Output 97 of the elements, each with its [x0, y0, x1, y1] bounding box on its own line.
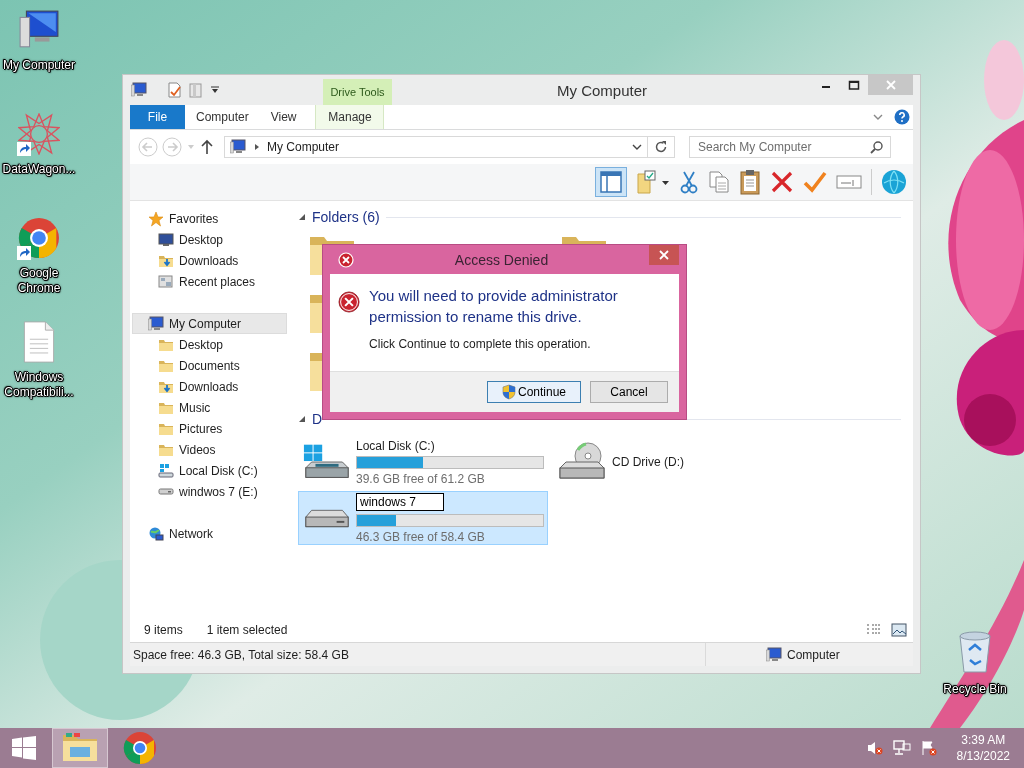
- collapse-triangle-icon[interactable]: [298, 415, 306, 423]
- preview-pane-icon[interactable]: [595, 167, 627, 197]
- status-text: Space free: 46.3 GB, Total size: 58.4 GB: [132, 647, 350, 662]
- group-header[interactable]: Folders (6): [312, 209, 380, 225]
- scissors-icon[interactable]: [679, 170, 699, 194]
- nav-item[interactable]: My Computer: [132, 313, 287, 334]
- drive-icon: [158, 488, 174, 495]
- nav-item[interactable]: Pictures: [130, 418, 290, 439]
- icon-label: Google Chrome: [16, 266, 62, 296]
- nav-item[interactable]: Videos: [130, 439, 290, 460]
- cd-drive-icon: [556, 442, 608, 482]
- ribbon-tab[interactable]: Computer: [185, 105, 260, 129]
- icon-label: My Computer: [2, 58, 76, 73]
- browser-icon[interactable]: [18, 217, 60, 259]
- dropdown-icon[interactable]: [210, 85, 220, 95]
- details-view-icon[interactable]: [866, 623, 882, 637]
- cancel-button[interactable]: Cancel: [590, 381, 668, 403]
- icon-label: DataWagon...: [1, 162, 77, 177]
- drive-icon: [302, 508, 352, 528]
- ribbon-tab[interactable]: View: [259, 105, 308, 129]
- network-icon[interactable]: [892, 740, 911, 756]
- dialog-detail: Click Continue to complete this operation.: [369, 337, 592, 351]
- drive-tile[interactable]: CD Drive (D:): [552, 435, 802, 489]
- drive-name: CD Drive (D:): [612, 455, 684, 469]
- expand-ribbon-icon[interactable]: [872, 112, 884, 122]
- up-arrow-icon[interactable]: [200, 139, 214, 155]
- nav-item[interactable]: Desktop: [130, 229, 290, 250]
- nav-item[interactable]: windwos 7 (E:): [130, 481, 290, 502]
- close-icon: [885, 80, 896, 90]
- nav-item[interactable]: Local Disk (C:): [130, 460, 290, 481]
- large-icons-view-icon[interactable]: [891, 623, 907, 637]
- collapse-triangle-icon[interactable]: [298, 213, 306, 221]
- nav-item[interactable]: Desktop: [130, 334, 290, 355]
- search-icon[interactable]: [870, 140, 884, 154]
- dropdown-icon[interactable]: [631, 142, 643, 152]
- drive-tile[interactable]: Local Disk (C:) 39.6 GB free of 61.2 GB: [298, 435, 548, 489]
- close-button[interactable]: [649, 245, 679, 265]
- paste-icon[interactable]: [739, 169, 761, 195]
- continue-button[interactable]: Continue: [487, 381, 581, 403]
- globe-icon[interactable]: [881, 169, 907, 195]
- clock-time: 3:39 AM: [961, 732, 1006, 748]
- delete-icon[interactable]: [770, 170, 794, 194]
- icon-label: Windows Compatibili...: [3, 370, 75, 400]
- free-space-text: 39.6 GB free of 61.2 GB: [356, 471, 486, 486]
- star-icon: [148, 210, 164, 227]
- clock[interactable]: 3:39 AM 8/13/2022: [956, 732, 1024, 764]
- dialog-title: Access Denied: [453, 251, 550, 268]
- address-bar[interactable]: My Computer: [224, 136, 648, 158]
- computer-icon: [765, 646, 783, 663]
- free-space-text: 46.3 GB free of 58.4 GB: [356, 529, 486, 544]
- star-pattern-icon[interactable]: [18, 113, 60, 155]
- folder-options-icon[interactable]: [636, 170, 670, 194]
- browser-icon: [121, 729, 159, 767]
- breadcrumb-item[interactable]: My Computer: [267, 140, 625, 154]
- nav-item[interactable]: Downloads: [130, 250, 290, 271]
- computer-icon: [229, 139, 247, 155]
- checkmark-icon[interactable]: [803, 170, 827, 194]
- drive-tile[interactable]: windows 7 46.3 GB free of 58.4 GB: [298, 491, 548, 545]
- network-icon: [148, 525, 164, 542]
- refresh-icon: [654, 140, 668, 154]
- shield-icon: [501, 384, 516, 400]
- taskbar-app[interactable]: [52, 728, 108, 768]
- dialog-message: You will need to provide administrator permission to rename this drive.: [369, 286, 619, 327]
- close-icon: [659, 250, 669, 260]
- rename-field[interactable]: windows 7: [356, 492, 444, 511]
- drive-name: Local Disk (C:): [356, 438, 436, 453]
- computer-icon: [148, 315, 164, 332]
- computer-icon[interactable]: [130, 82, 148, 98]
- window-title: My Computer: [556, 81, 648, 99]
- flag-icon[interactable]: [920, 740, 937, 756]
- nav-item[interactable]: Favorites: [130, 208, 290, 229]
- item-count: 9 items: [144, 623, 183, 637]
- nav-item[interactable]: Network: [130, 523, 290, 544]
- muted-speaker-icon[interactable]: [866, 740, 883, 756]
- copy-icon[interactable]: [708, 170, 730, 194]
- recycle-bin-icon[interactable]: [956, 630, 994, 674]
- status-zone: Computer: [787, 647, 840, 662]
- help-icon[interactable]: [894, 109, 910, 125]
- system-drive-icon: [158, 462, 174, 479]
- nav-item[interactable]: Music: [130, 397, 290, 418]
- clock-date: 8/13/2022: [956, 748, 1010, 764]
- file-tab[interactable]: File: [130, 105, 185, 129]
- nav-item[interactable]: Recent places: [130, 271, 290, 292]
- nav-item[interactable]: Documents: [130, 355, 290, 376]
- contextual-tab-header: Drive Tools: [323, 79, 392, 105]
- refresh-button[interactable]: [648, 136, 675, 158]
- maximize-icon: [848, 80, 860, 90]
- properties-icon[interactable]: [166, 82, 182, 98]
- group-header[interactable]: D: [312, 411, 323, 427]
- monitor-icon: [158, 231, 174, 248]
- selection-count: 1 item selected: [206, 623, 288, 637]
- search-field[interactable]: Search My Computer: [689, 136, 891, 158]
- nav-item[interactable]: Downloads: [130, 376, 290, 397]
- recent-places-icon: [158, 273, 174, 290]
- error-icon: [338, 251, 354, 268]
- start-icon: [11, 735, 37, 761]
- breadcrumb-arrow-icon[interactable]: [253, 143, 261, 151]
